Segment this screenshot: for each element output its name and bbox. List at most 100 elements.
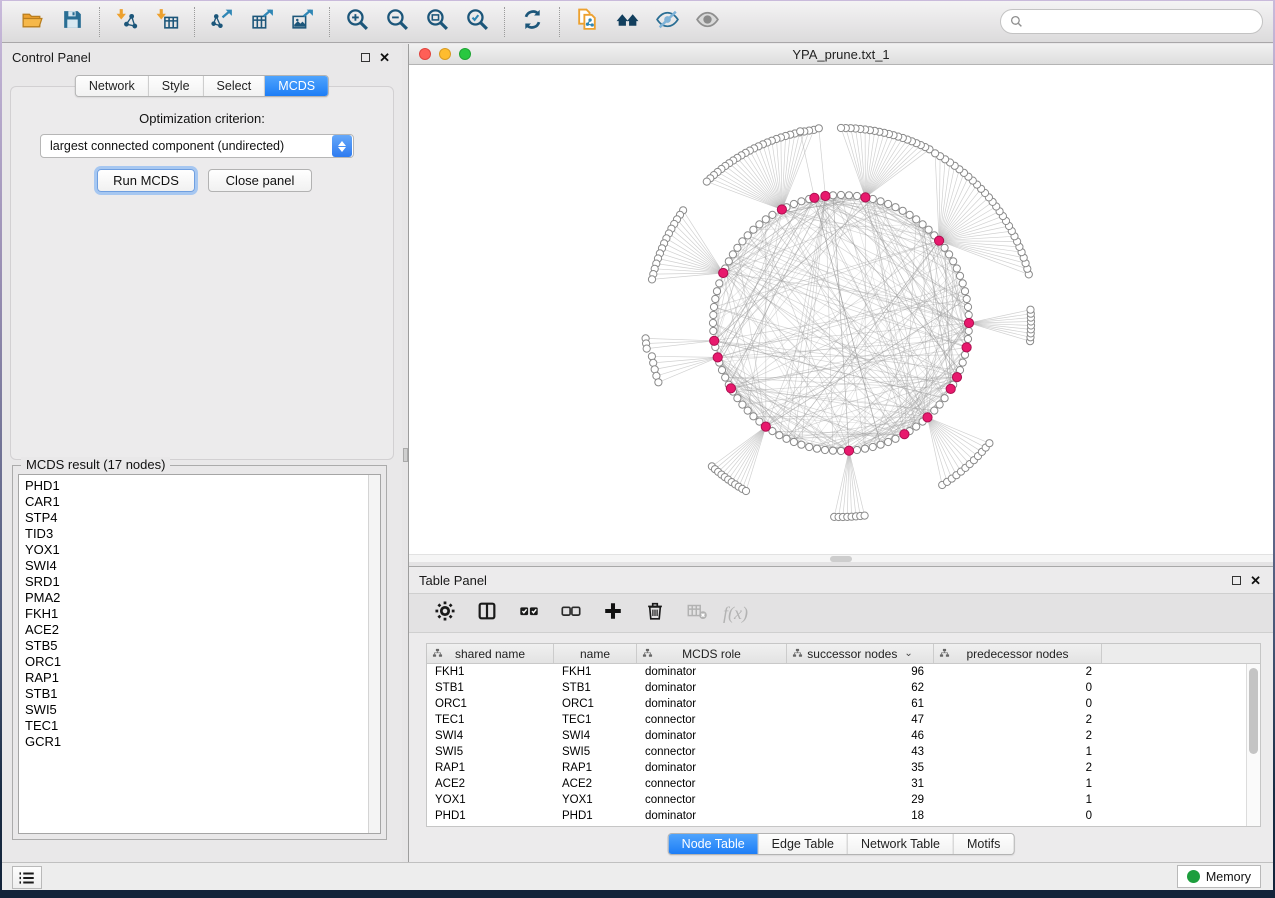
- column-header-successor-nodes[interactable]: successor nodes⌄: [787, 644, 934, 663]
- zoom-fit-button[interactable]: [417, 5, 457, 39]
- close-panel-icon[interactable]: ✕: [1250, 574, 1261, 587]
- column-header-MCDS-role[interactable]: MCDS role: [637, 644, 787, 663]
- mcds-result-item[interactable]: TID3: [25, 526, 380, 542]
- table-row[interactable]: ACE2ACE2connector311: [427, 776, 1260, 792]
- hide-selected-button[interactable]: [647, 5, 687, 39]
- show-all-button[interactable]: [687, 5, 727, 39]
- vertical-splitter[interactable]: [402, 44, 409, 862]
- tab-motifs[interactable]: Motifs: [953, 834, 1013, 854]
- control-panel: Control Panel ✕ NetworkStyleSelectMCDS O…: [2, 44, 402, 862]
- first-neighbors-button[interactable]: [607, 5, 647, 39]
- zoom-out-button[interactable]: [377, 5, 417, 39]
- table-row[interactable]: SWI5SWI5connector431: [427, 744, 1260, 760]
- node-table[interactable]: shared namenameMCDS rolesuccessor nodes⌄…: [426, 643, 1261, 827]
- mcds-result-item[interactable]: PMA2: [25, 590, 380, 606]
- column-header-predecessor-nodes[interactable]: predecessor nodes: [934, 644, 1102, 663]
- column-header-name[interactable]: name: [554, 644, 637, 663]
- mcds-result-item[interactable]: STB1: [25, 686, 380, 702]
- table-row[interactable]: PHD1PHD1dominator180: [427, 808, 1260, 824]
- table-cell: 1: [934, 792, 1102, 808]
- settings-button[interactable]: [429, 598, 461, 628]
- mcds-result-list[interactable]: PHD1CAR1STP4TID3YOX1SWI4SRD1PMA2FKH1ACE2…: [18, 474, 381, 834]
- table-vertical-scrollbar[interactable]: [1246, 664, 1260, 826]
- export-image-button[interactable]: [282, 5, 322, 39]
- clone-network-button[interactable]: [567, 5, 607, 39]
- close-panel-icon[interactable]: ✕: [379, 51, 390, 64]
- mcds-result-item[interactable]: RAP1: [25, 670, 380, 686]
- apply-preferred-layout-button[interactable]: [512, 5, 552, 39]
- table-cell: dominator: [637, 680, 787, 696]
- mcds-result-item[interactable]: YOX1: [25, 542, 380, 558]
- mcds-result-item[interactable]: ACE2: [25, 622, 380, 638]
- tab-mcds[interactable]: MCDS: [264, 76, 328, 96]
- table-row[interactable]: ORC1ORC1dominator610: [427, 696, 1260, 712]
- mcds-result-item[interactable]: ORC1: [25, 654, 380, 670]
- table-cell: 2: [934, 760, 1102, 776]
- criterion-select[interactable]: largest connected component (undirected): [40, 134, 354, 158]
- deselect-all-icon: [560, 600, 582, 627]
- table-panel: Table Panel ✕ f(x) shared namenameMCDS r…: [409, 567, 1273, 862]
- mcds-result-item[interactable]: SRD1: [25, 574, 380, 590]
- float-panel-icon[interactable]: [361, 53, 370, 62]
- zoom-in-button[interactable]: [337, 5, 377, 39]
- tab-network-table[interactable]: Network Table: [847, 834, 953, 854]
- close-panel-button[interactable]: Close panel: [208, 169, 312, 192]
- save-session-button[interactable]: [52, 5, 92, 39]
- export-table-button[interactable]: [242, 5, 282, 39]
- tab-select[interactable]: Select: [203, 76, 265, 96]
- mcds-result-item[interactable]: TEC1: [25, 718, 380, 734]
- mcds-result-item[interactable]: STB5: [25, 638, 380, 654]
- mcds-result-item[interactable]: SWI4: [25, 558, 380, 574]
- mcds-result-item[interactable]: PHD1: [25, 478, 380, 494]
- tab-style[interactable]: Style: [148, 76, 203, 96]
- import-table-button[interactable]: [147, 5, 187, 39]
- table-row[interactable]: TEC1TEC1connector472: [427, 712, 1260, 728]
- tab-edge-table[interactable]: Edge Table: [758, 834, 847, 854]
- memory-button[interactable]: Memory: [1177, 865, 1261, 888]
- run-mcds-button[interactable]: Run MCDS: [97, 169, 195, 192]
- add-column-button[interactable]: [597, 598, 629, 628]
- table-cell: 2: [934, 664, 1102, 680]
- table-cell: connector: [637, 792, 787, 808]
- column-header-shared-name[interactable]: shared name: [427, 644, 554, 663]
- network-horizontal-scrollbar[interactable]: [409, 554, 1273, 562]
- table-cell: SWI5: [554, 744, 637, 760]
- search-input[interactable]: [1029, 14, 1253, 30]
- task-history-button[interactable]: [12, 866, 42, 889]
- deselect-all-button[interactable]: [555, 598, 587, 628]
- mcds-result-item[interactable]: GCR1: [25, 734, 380, 750]
- apply-preferred-layout-icon: [520, 7, 545, 37]
- export-network-button[interactable]: [202, 5, 242, 39]
- export-network-icon: [210, 7, 235, 37]
- network-graph[interactable]: [409, 65, 1273, 554]
- network-canvas[interactable]: [409, 65, 1273, 554]
- tab-node-table[interactable]: Node Table: [669, 834, 758, 854]
- table-row[interactable]: STB1STB1dominator620: [427, 680, 1260, 696]
- table-row[interactable]: FKH1FKH1dominator962: [427, 664, 1260, 680]
- search-field[interactable]: [1000, 9, 1263, 34]
- zoom-selected-button[interactable]: [457, 5, 497, 39]
- mcds-result-item[interactable]: SWI5: [25, 702, 380, 718]
- scrollbar-thumb[interactable]: [1249, 668, 1258, 754]
- tab-network[interactable]: Network: [76, 76, 148, 96]
- main-toolbar: [2, 1, 1273, 43]
- column-layout-button[interactable]: [471, 598, 503, 628]
- table-cell: 1: [934, 744, 1102, 760]
- mcds-list-scrollbar[interactable]: [368, 475, 380, 833]
- shared-column-icon: [642, 648, 653, 662]
- select-all-button[interactable]: [513, 598, 545, 628]
- table-row[interactable]: YOX1YOX1connector291: [427, 792, 1260, 808]
- import-network-button[interactable]: [107, 5, 147, 39]
- delete-column-button[interactable]: [639, 598, 671, 628]
- mcds-result-item[interactable]: FKH1: [25, 606, 380, 622]
- mcds-result-fieldset: MCDS result (17 nodes) PHD1CAR1STP4TID3Y…: [12, 465, 387, 840]
- splitter-handle[interactable]: [403, 448, 408, 462]
- table-row[interactable]: SWI4SWI4dominator462: [427, 728, 1260, 744]
- float-panel-icon[interactable]: [1232, 576, 1241, 585]
- mcds-result-item[interactable]: CAR1: [25, 494, 380, 510]
- open-session-button[interactable]: [12, 5, 52, 39]
- mcds-result-item[interactable]: STP4: [25, 510, 380, 526]
- table-cell: PHD1: [427, 808, 554, 824]
- table-cell: 61: [787, 696, 934, 712]
- table-row[interactable]: RAP1RAP1dominator352: [427, 760, 1260, 776]
